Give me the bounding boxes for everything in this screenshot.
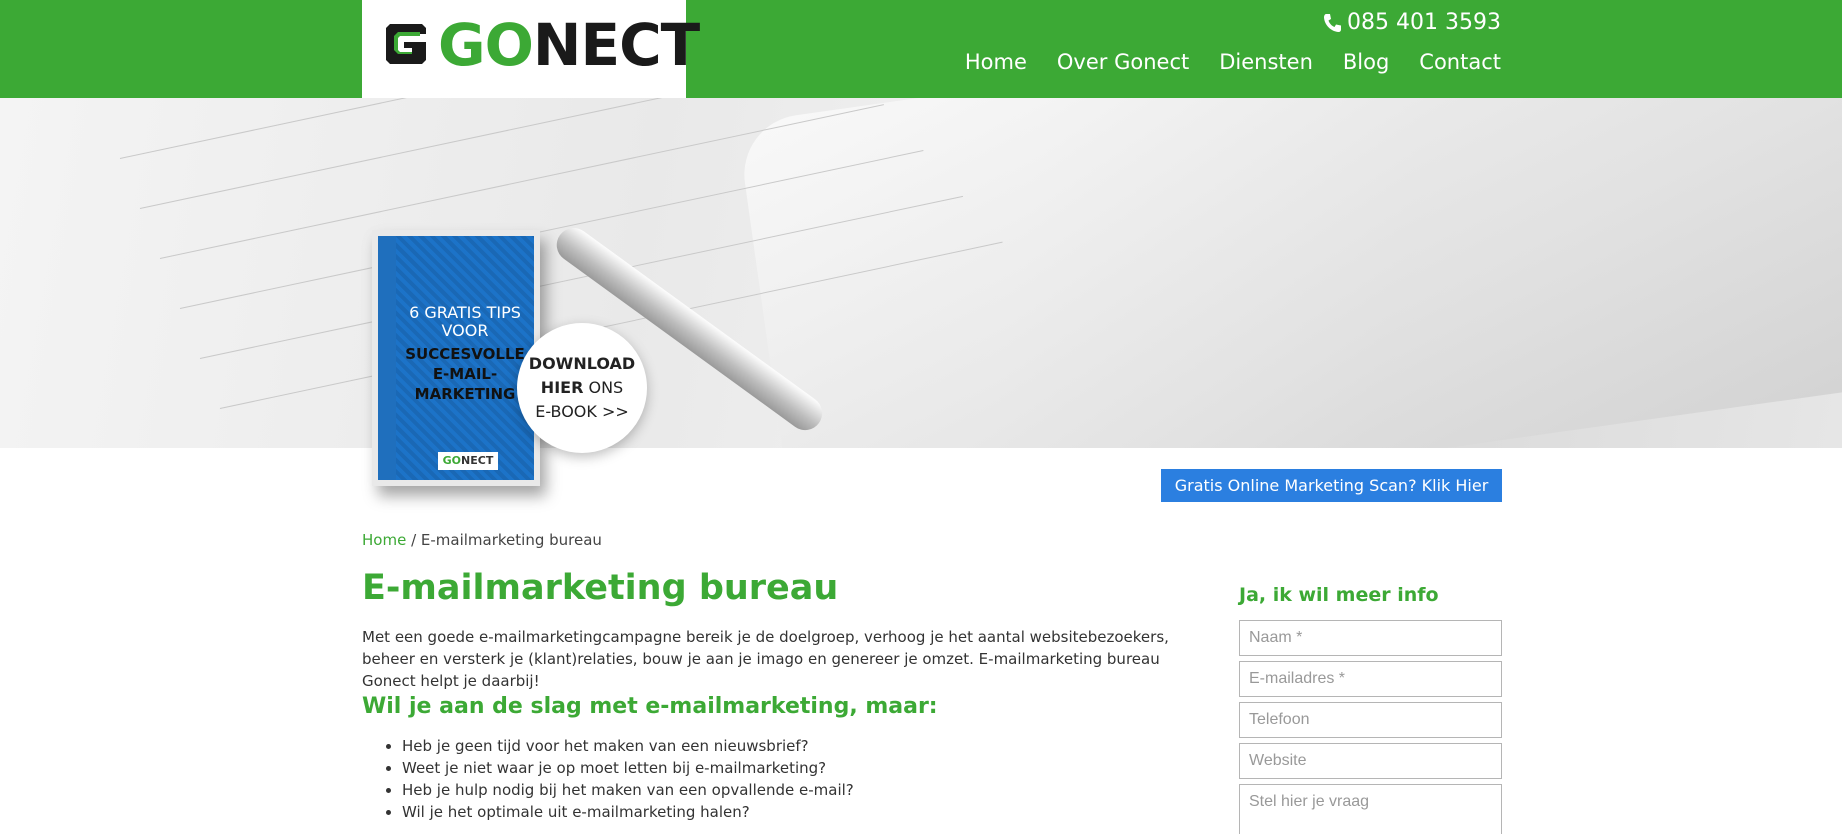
marketing-scan-button[interactable]: Gratis Online Marketing Scan? Klik Hier …: [1161, 469, 1502, 528]
list-item: Heb je geen tijd voor het maken van een …: [402, 735, 854, 757]
list-item: Wil je het optimale uit e-mailmarketing …: [402, 801, 854, 823]
ebook-title-top: 6 GRATIS TIPS VOOR: [409, 303, 521, 340]
intro-text: Met een goede e-mailmarketingcampagne be…: [362, 628, 1169, 690]
nav-blog[interactable]: Blog: [1343, 50, 1389, 74]
page-title: E-mailmarketing bureau: [362, 568, 839, 608]
list-item: Weet je niet waar je op moet letten bij …: [402, 757, 854, 779]
breadcrumb-separator: /: [406, 531, 421, 549]
section-subtitle: Wil je aan de slag met e-mailmarketing, …: [362, 694, 938, 719]
notebook-line: [139, 98, 845, 209]
question-field[interactable]: [1239, 784, 1502, 834]
site-header: GONECT 085 401 3593 Home Over Gonect Die…: [0, 0, 1842, 134]
main-nav: Home Over Gonect Diensten Blog Contact: [965, 50, 1501, 74]
phone-number[interactable]: 085 401 3593: [1323, 10, 1501, 35]
hero-banner: [0, 98, 1842, 448]
phone-icon: [1324, 13, 1342, 32]
phone-field[interactable]: [1239, 702, 1502, 738]
email-field[interactable]: [1239, 661, 1502, 697]
breadcrumb-current: E-mailmarketing bureau: [420, 531, 602, 549]
phone-label: 085 401 3593: [1347, 10, 1501, 35]
notebook-line: [119, 98, 805, 159]
question-list: Heb je geen tijd voor het maken van een …: [402, 735, 854, 823]
website-field[interactable]: [1239, 743, 1502, 779]
nav-over-gonect[interactable]: Over Gonect: [1057, 50, 1189, 74]
tablet-image: [736, 98, 1842, 448]
nav-home[interactable]: Home: [965, 50, 1027, 74]
ebook-logo: GONECT: [438, 452, 498, 470]
nav-diensten[interactable]: Diensten: [1219, 50, 1313, 74]
list-item: Heb je hulp nodig bij het maken van een …: [402, 779, 854, 801]
download-line-1: DOWNLOAD: [528, 354, 636, 373]
ebook-cover[interactable]: 6 GRATIS TIPS VOOR SUCCESVOLLE E-MAIL-MA…: [372, 230, 540, 486]
nav-contact[interactable]: Contact: [1419, 50, 1501, 74]
logo[interactable]: GONECT: [362, 0, 700, 98]
gonect-logo-icon: [386, 24, 426, 64]
name-field[interactable]: [1239, 620, 1502, 656]
form-title: Ja, ik wil meer info: [1239, 584, 1439, 606]
logo-wordmark: GONECT: [438, 11, 700, 79]
download-ebook-button[interactable]: DOWNLOAD HIER ONS E-BOOK >>: [517, 323, 647, 453]
download-line-3: E-BOOK >>: [535, 402, 629, 421]
ebook-title-bold: SUCCESVOLLE E-MAIL-MARKETING: [405, 345, 525, 403]
breadcrumb-home[interactable]: Home: [362, 531, 406, 549]
download-line-2: HIER ONS: [540, 378, 624, 397]
breadcrumb: Home / E-mailmarketing bureau: [362, 531, 602, 549]
